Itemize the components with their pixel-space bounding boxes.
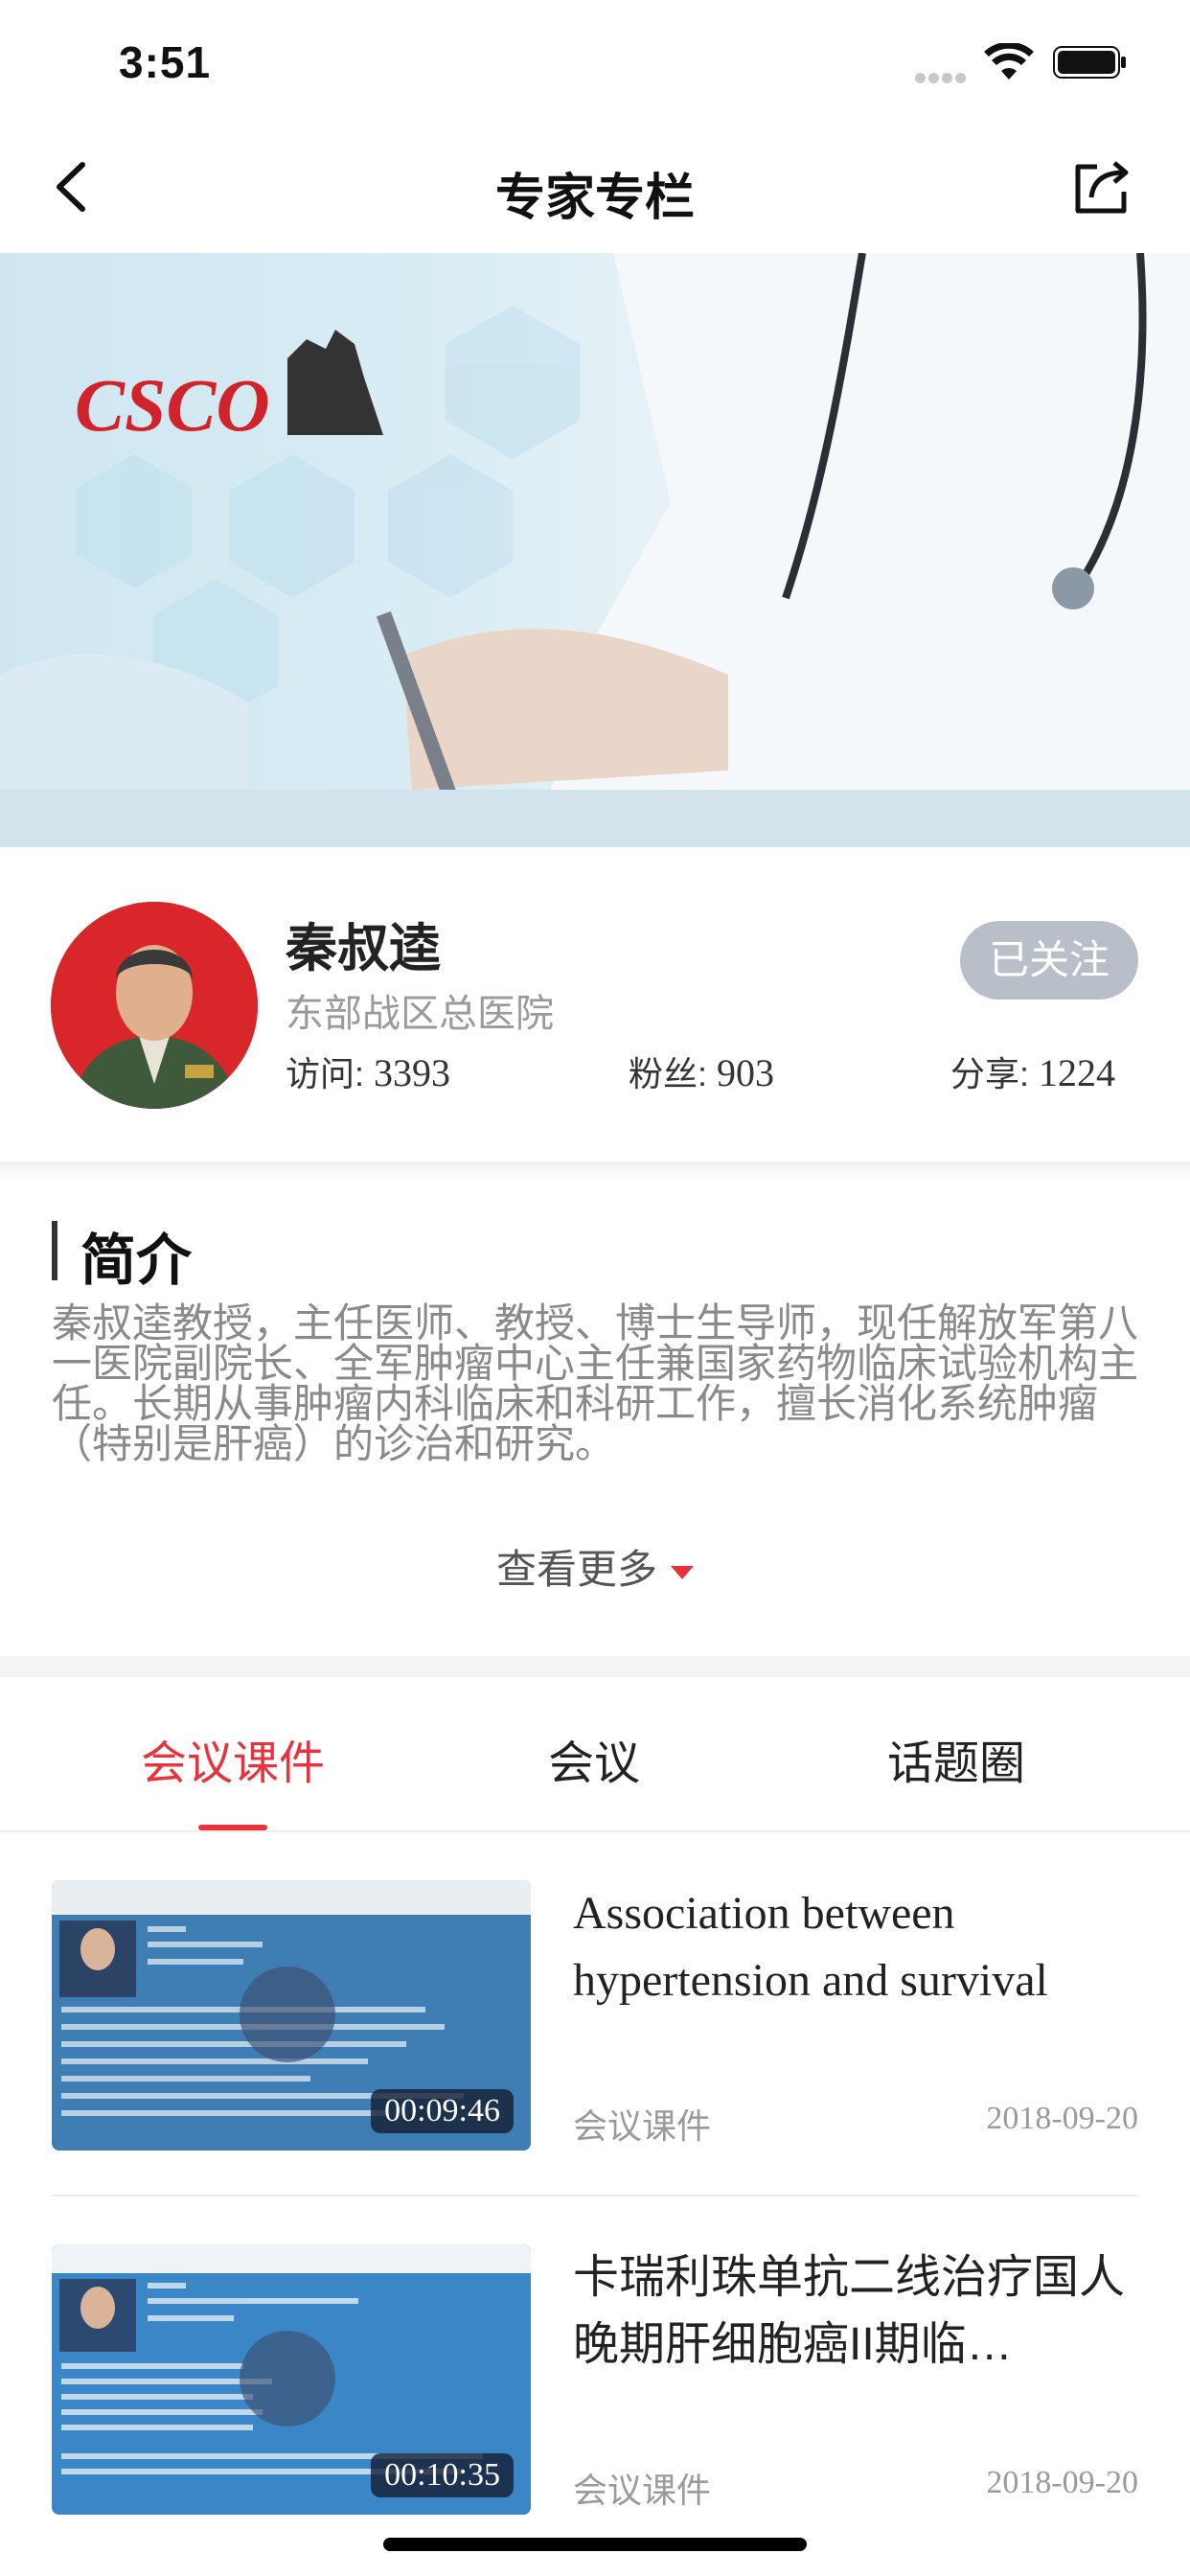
section-marker [52, 1221, 57, 1280]
see-more-button[interactable]: 查看更多 [0, 1537, 1190, 1596]
home-indicator [383, 2538, 807, 2551]
play-icon[interactable] [240, 1966, 335, 2062]
section-gap [0, 1656, 1190, 1677]
video-thumbnail[interactable]: 00:09:46 [52, 1880, 531, 2150]
doctor-name: 秦叔逵 [286, 920, 441, 978]
list-item-date: 2018-09-20 [986, 2101, 1138, 2136]
banner-image: CSCO [0, 253, 1190, 847]
stat-visits: 访问: 3393 [286, 1046, 450, 1096]
list-item-title[interactable]: Association between hypertension and sur… [573, 1880, 1138, 2014]
video-duration: 00:10:35 [371, 2453, 514, 2497]
stat-fans: 粉丝: 903 [629, 1046, 774, 1096]
stat-value: 903 [717, 1051, 775, 1094]
signal-icon [915, 71, 969, 88]
divider [52, 2195, 1138, 2196]
video-thumbnail[interactable]: 00:10:35 [52, 2244, 531, 2515]
banner-illustration: CSCO [0, 253, 1190, 847]
stat-shares: 分享: 1224 [950, 1046, 1115, 1096]
stat-label: 粉丝: [629, 1054, 708, 1093]
play-icon[interactable] [240, 2331, 335, 2426]
avatar [51, 902, 258, 1109]
video-duration: 00:09:46 [371, 2089, 514, 2133]
tab-courseware[interactable]: 会议课件 [89, 1725, 377, 1792]
doctor-hospital: 东部战区总医院 [286, 993, 554, 1035]
divider [0, 1162, 1190, 1181]
stat-label: 访问: [286, 1054, 365, 1093]
list-item-title[interactable]: 卡瑞利珠单抗二线治疗国人晚期肝细胞癌II期临… [573, 2244, 1138, 2379]
follow-button[interactable]: 已关注 [960, 921, 1138, 1000]
divider [0, 1830, 1190, 1832]
csco-logo: CSCO [75, 363, 270, 447]
tab-topics[interactable]: 话题圈 [812, 1725, 1100, 1792]
wifi-icon [984, 43, 1034, 80]
list-item-type: 会议课件 [573, 2106, 712, 2146]
stat-label: 分享: [950, 1054, 1030, 1093]
list-item-type: 会议课件 [573, 2471, 712, 2510]
intro-title: 简介 [80, 1230, 193, 1292]
tab-meetings[interactable]: 会议 [450, 1725, 738, 1792]
see-more-label: 查看更多 [495, 1547, 657, 1592]
status-time: 3:51 [119, 37, 212, 87]
battery-icon [1053, 46, 1126, 79]
share-icon[interactable] [1068, 153, 1135, 220]
stat-value: 1224 [1039, 1051, 1116, 1094]
intro-text: 秦叔逵教授，主任医师、教授、博士生导师，现任解放军第八一医院副院长、全军肿瘤中心… [52, 1300, 1139, 1466]
stat-value: 3393 [374, 1051, 451, 1094]
list-item-date: 2018-09-20 [986, 2465, 1138, 2500]
caret-down-icon [671, 1565, 694, 1579]
page-title: 专家专栏 [494, 171, 695, 226]
